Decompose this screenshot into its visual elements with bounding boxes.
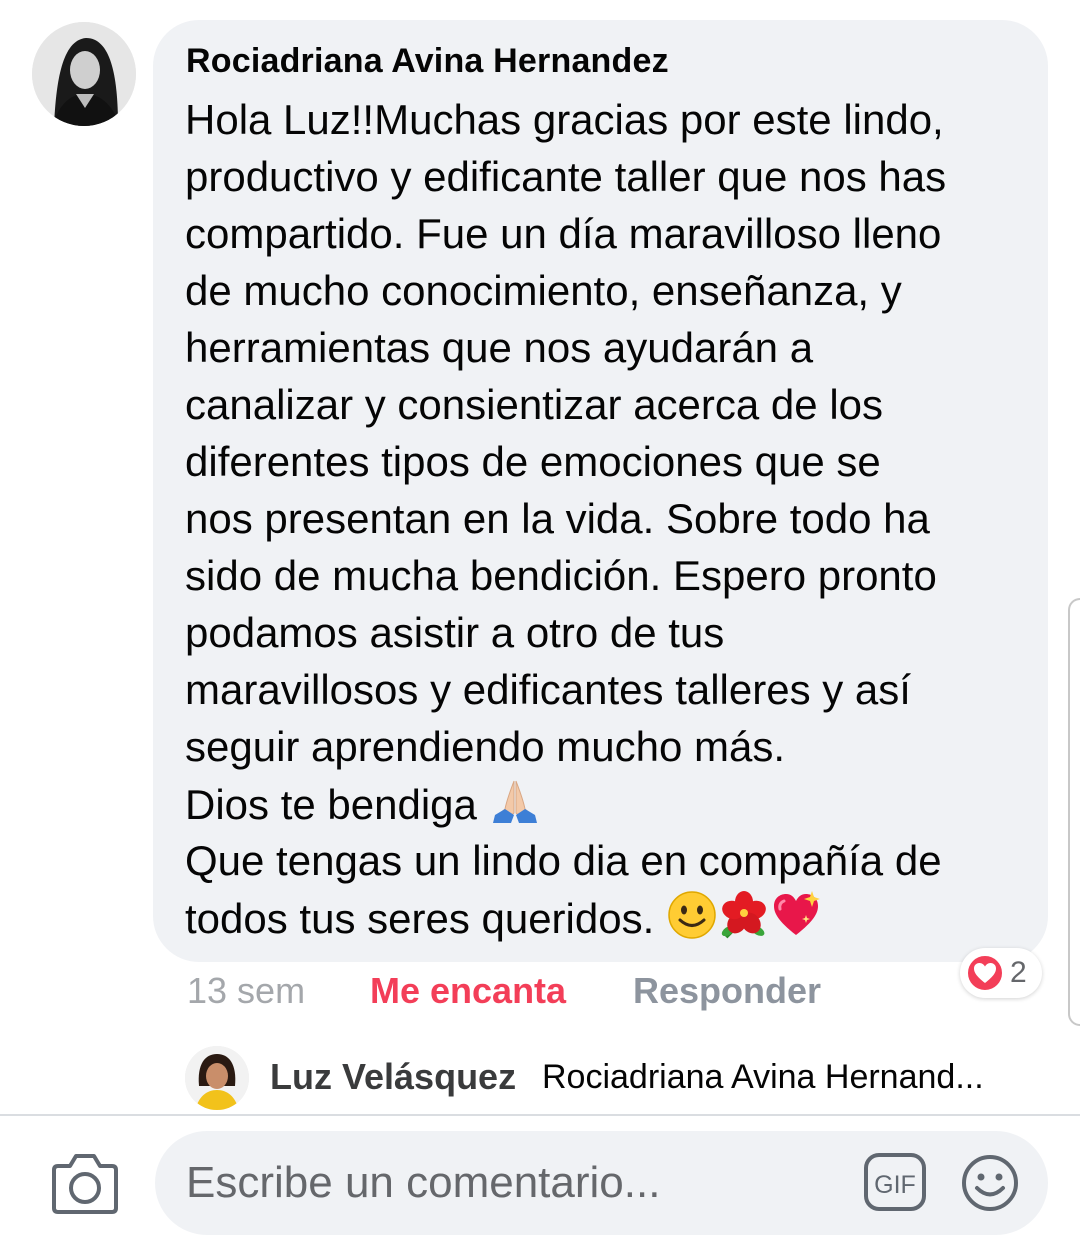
folded-hands-icon	[489, 775, 541, 827]
comment-line: Que tengas un lindo dia en compañía de	[185, 837, 942, 884]
comment-thread: Rociadriana Avina Hernandez Hola Luz!!Mu…	[0, 0, 1080, 1240]
comment-line-blessing: Dios te bendiga	[185, 775, 1035, 832]
sparkling-heart-icon	[770, 889, 822, 941]
comment-author[interactable]: Rociadriana Avina Hernandez	[186, 42, 669, 81]
comment-line: nos presentan en la vida. Sobre todo ha	[185, 495, 930, 542]
smiley-icon	[666, 889, 718, 941]
profile-photo-icon	[32, 22, 136, 126]
comment-input[interactable]	[186, 1155, 826, 1211]
hibiscus-icon	[718, 889, 770, 941]
comment-line: herramientas que nos ayudarán a	[185, 324, 814, 371]
reaction-button[interactable]: Me encanta	[370, 966, 566, 1016]
comment-line: seguir aprendiendo mucho más.	[185, 723, 786, 770]
comment-line: Hola Luz!!Muchas gracias por este lindo,	[185, 96, 944, 143]
comment-composer: GIF	[155, 1131, 1048, 1235]
profile-photo-icon	[185, 1046, 249, 1110]
comment-line-closing: todos tus seres queridos.	[185, 889, 1035, 946]
reply-text: Rociadriana Avina Hernand...	[542, 1058, 984, 1096]
avatar[interactable]	[32, 22, 136, 126]
comment-line-text: todos tus seres queridos.	[185, 895, 655, 942]
comment-line: de mucho conocimiento, enseñanza, y	[185, 267, 902, 314]
comment-line: productivo y edificante taller que nos h…	[185, 153, 947, 200]
comment-line: maravillosos y edificantes talleres y as…	[185, 666, 911, 713]
comment-line: canalizar y consientizar acerca de los	[185, 381, 884, 428]
comment-line: sido de mucha bendición. Espero pronto	[185, 552, 937, 599]
comment-line: compartido. Fue un día maravilloso lleno	[185, 210, 942, 257]
emoji-button[interactable]	[960, 1153, 1020, 1213]
svg-text:GIF: GIF	[874, 1171, 916, 1199]
comment-actions: 13 sem Me encanta Responder	[0, 966, 1080, 1016]
comment-line-text: Dios te bendiga	[185, 781, 477, 828]
comment-line: podamos asistir a otro de tus	[185, 609, 725, 656]
gif-icon: GIF	[864, 1153, 926, 1211]
reply-button[interactable]: Responder	[633, 966, 821, 1016]
camera-button[interactable]	[50, 1150, 120, 1216]
divider	[0, 1114, 1080, 1116]
reply-author[interactable]: Luz Velásquez	[270, 1056, 516, 1098]
smiley-face-icon	[962, 1155, 1018, 1211]
reply-avatar[interactable]	[185, 1046, 249, 1110]
comment-text: Hola Luz!!Muchas gracias por este lindo,…	[185, 91, 1035, 946]
comment-line: diferentes tipos de emociones que se	[185, 438, 881, 485]
comment-bubble: Rociadriana Avina Hernandez Hola Luz!!Mu…	[153, 20, 1048, 962]
gif-button[interactable]: GIF	[863, 1152, 927, 1212]
reply-preview[interactable]: Luz Velásquez Rociadriana Avina Hernand.…	[0, 1044, 1080, 1112]
comment-timestamp[interactable]: 13 sem	[187, 966, 305, 1016]
camera-icon	[52, 1154, 118, 1214]
scrollbar[interactable]	[1068, 598, 1080, 1026]
